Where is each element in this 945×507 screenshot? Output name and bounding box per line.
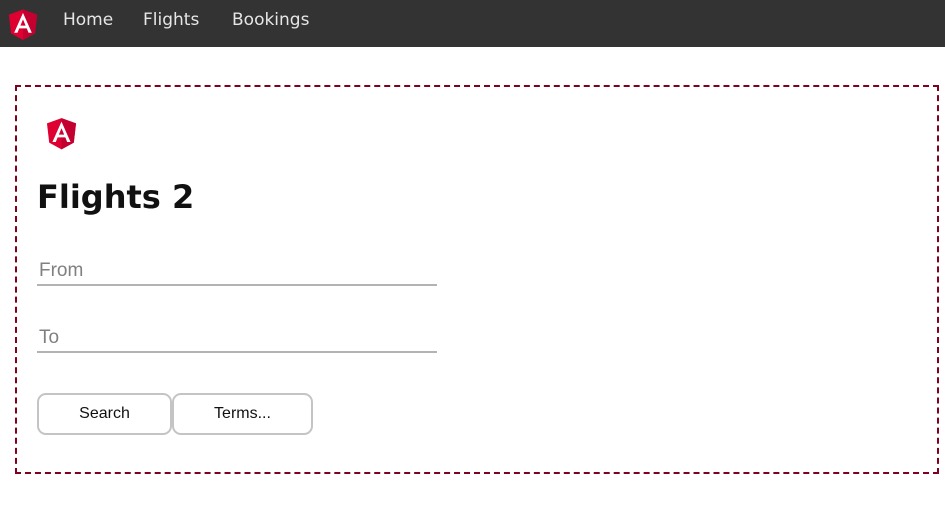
from-input[interactable]: [37, 258, 437, 286]
angular-logo-icon: [46, 118, 77, 150]
top-navbar: Home Flights Bookings: [0, 0, 945, 47]
angular-logo-icon[interactable]: [4, 4, 42, 44]
search-button[interactable]: Search: [37, 393, 172, 435]
page-title: Flights 2: [37, 178, 195, 216]
nav-link-bookings[interactable]: Bookings: [232, 9, 309, 31]
nav-link-home[interactable]: Home: [63, 9, 113, 31]
to-input[interactable]: [37, 325, 437, 353]
terms-button[interactable]: Terms...: [172, 393, 313, 435]
nav-link-flights[interactable]: Flights: [143, 9, 199, 31]
